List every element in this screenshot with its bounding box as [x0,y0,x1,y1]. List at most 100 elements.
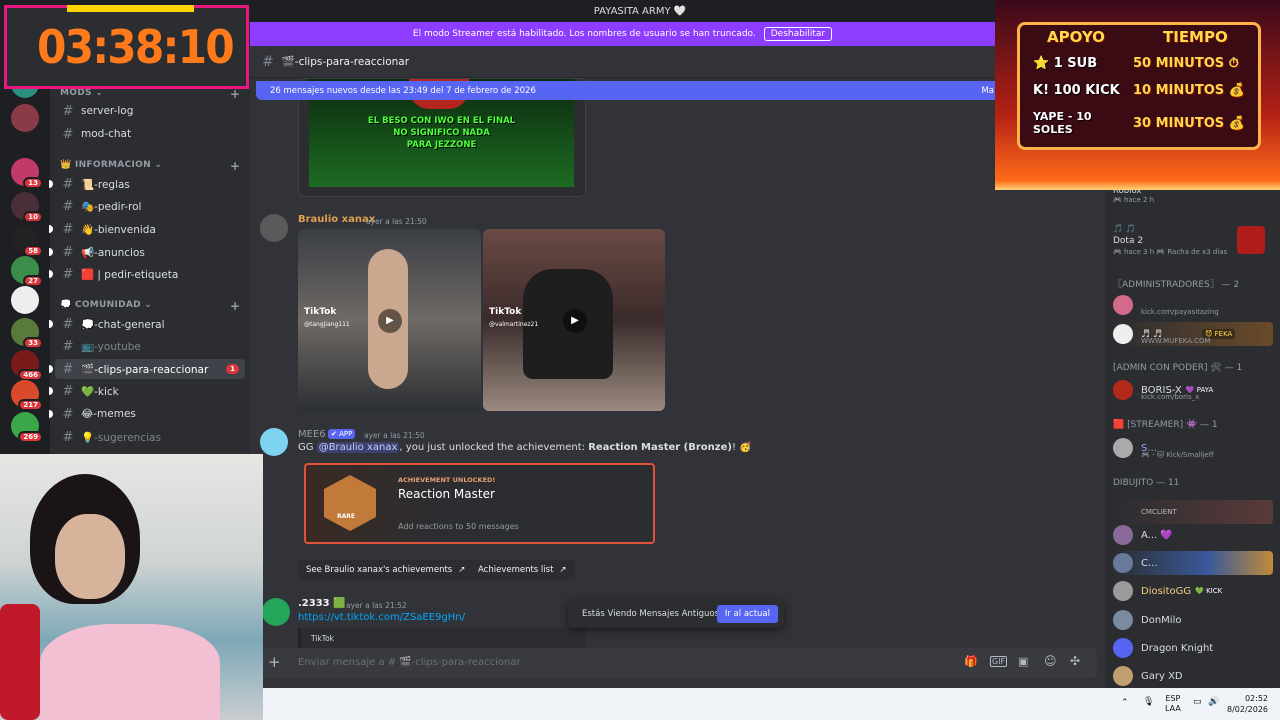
message-input[interactable]: Enviar mensaje a # 🎬-clips-para-reaccion… [298,657,521,668]
achievement-unlocked-label: ACHIEVEMENT UNLOCKED! [398,476,496,484]
channel-reglas[interactable]: # 📜-reglas [49,174,245,194]
channel-bienvenida[interactable]: # 👋-bienvenida [49,219,245,239]
channel-memes[interactable]: # 😂-memes [49,404,245,424]
server-icon[interactable]: 58 [11,226,43,257]
jump-to-present-button[interactable]: Ir al actual [716,605,778,623]
attach-plus-icon[interactable]: + [268,653,281,671]
hash-icon: # [62,221,74,237]
member-dragon-knight[interactable]: Dragon Knight [1113,636,1273,660]
member-donmilo[interactable]: DonMilo [1113,608,1273,632]
clock[interactable]: 02:52 8/02/2026 [1227,693,1268,715]
webcam-microphone [0,604,40,720]
channel-pedir-etiqueta[interactable]: # 🟥 | pedir-etiqueta [49,264,245,284]
member-cmclient[interactable]: CMCLIENT [1113,500,1273,524]
channel-clips-para-reaccionar[interactable]: # 🎬-clips-para-reaccionar 1 [49,359,245,379]
sticker-icon[interactable]: ▣ [1018,655,1028,668]
overlay-time: 10 MINUTOS 💰 [1133,82,1245,98]
server-icon[interactable]: 33 [11,318,43,349]
disable-streamer-button[interactable]: Deshabilitar [763,27,833,41]
unread-indicator [49,365,53,373]
server-icon[interactable]: 13 [11,158,43,189]
activity-time: 🎮 hace 3 h 🎮 Racha de x3 días [1113,248,1228,256]
add-channel-icon[interactable]: + [230,159,240,173]
timer-accent-bar [67,5,194,12]
gif-icon[interactable]: GIF [990,656,1008,667]
mention-count: 1 [226,364,239,374]
category-informacion[interactable]: 👑 INFORMACION ⌄ + [60,159,240,173]
server-icon[interactable]: 27 [11,256,43,287]
new-messages-bar[interactable]: 26 mensajes nuevos desde las 23:49 del 7… [256,81,1000,100]
clock-date: 8/02/2026 [1227,705,1269,714]
stream-timer: 03:38:10 [37,20,235,74]
message-author[interactable]: .2333 🟩 [298,598,346,609]
avatar [1113,581,1133,601]
member-name: Dragon Knight [1141,642,1214,654]
tiktok-video-2[interactable]: TikTok @valmartinez21 ▶ [483,229,665,411]
channel-label: 🟥 | pedir-etiqueta [81,268,179,281]
add-channel-icon[interactable]: + [230,87,240,101]
channel-youtube[interactable]: # 📺-youtube [55,336,245,356]
avatar[interactable] [260,214,288,242]
member-gary-xd[interactable]: Gary XD [1113,664,1273,688]
mark-read-label[interactable]: Ma [981,86,994,96]
unread-indicator [49,225,53,233]
overlay-row: ⭐ 1 SUB 50 MINUTOS ⏱ [1023,50,1253,76]
user-mention[interactable]: @Braulio xanax [316,442,400,453]
server-icon[interactable]: 466 [11,350,43,381]
server-icon[interactable]: 10 [11,192,43,223]
member-name: A... 💜 [1141,529,1173,541]
message-author[interactable]: MEE6 [298,429,326,440]
channel-server-log[interactable]: # server-log [55,101,245,121]
tiktok-video-1[interactable]: TikTok @tangjiang111 ▶ [298,229,481,411]
channel-anuncios[interactable]: # 📢-anuncios [49,242,245,262]
hash-icon: # [62,244,74,260]
achievement-description: Add reactions to 50 messages [398,522,519,531]
category-comunidad[interactable]: 💭 COMUNIDAD ⌄ + [60,299,240,313]
server-icon[interactable]: 269 [11,412,43,443]
microphone-icon[interactable]: 🎙 [1143,697,1154,707]
emoji-icon[interactable]: ☺ [1044,654,1057,668]
role-header: 🟥 [STREAMER] 👾 — 1 [1113,420,1218,430]
member-boris[interactable]: BORIS-X 💜 PAYA kick.com/boris_x [1113,378,1273,402]
see-achievements-button[interactable]: See Braulio xanax's achievements ↗ [298,560,474,580]
hash-icon: # [62,316,74,332]
hash-icon: # [62,126,74,142]
server-icon[interactable] [11,286,39,314]
member-streamer[interactable]: S... 🎮 - 🐱 Kick/Smalljeff [1113,436,1273,460]
channel-sugerencias[interactable]: # 💡-sugerencias [55,427,245,447]
overlay-time: 30 MINUTOS 💰 [1133,115,1245,131]
channel-kick[interactable]: # 💚-kick [49,381,245,401]
member-diositogg[interactable]: DiositoGG 💚 KICK [1113,579,1273,603]
language-indicator[interactable]: ESP LAA [1165,694,1181,714]
link-embed[interactable]: TikTok [298,628,586,648]
volume-icon[interactable]: 🔊 [1208,697,1219,707]
avatar[interactable] [262,598,290,626]
channel-chat-general[interactable]: # 💭-chat-general [49,314,245,334]
achievements-list-button[interactable]: Achievements list ↗ [470,560,575,580]
avatar[interactable] [260,428,288,456]
tray-chevron-icon[interactable]: ⌃ [1121,698,1129,708]
message-author[interactable]: Braulio xanax [298,214,375,225]
apps-icon[interactable]: ✣ [1070,654,1080,668]
network-icon[interactable]: ▭ [1193,697,1202,707]
channel-mod-chat[interactable]: # mod-chat [55,124,245,144]
member-status: kick.com/payasitazing [1141,308,1219,316]
member-c[interactable]: C... [1113,551,1273,575]
play-icon[interactable]: ▶ [563,309,587,333]
member-admin-1[interactable]: kick.com/payasitazing [1113,293,1273,317]
channel-label: 💭-chat-general [81,318,165,331]
category-label: MODS [60,88,92,98]
play-icon[interactable]: ▶ [378,309,402,333]
member-admin-2[interactable]: ♬ ♬ 😈 FEKA WWW.MUFEKA.COM [1113,322,1273,346]
window-title: PAYASITA ARMY 🤍 [593,5,687,17]
channel-label: 👋-bienvenida [81,223,156,236]
member-a[interactable]: A... 💜 [1113,523,1273,547]
server-icon[interactable] [11,104,39,132]
add-channel-icon[interactable]: + [230,299,240,313]
message-link[interactable]: https://vt.tiktok.com/ZSaEE9gHn/ [298,612,465,623]
category-mods[interactable]: MODS ⌄ + [60,87,240,101]
server-icon[interactable]: 217 [11,380,43,411]
gift-icon[interactable]: 🎁 [964,655,978,668]
channel-pedir-rol[interactable]: # 🎭-pedir-rol [55,196,245,216]
stream-timer-overlay: 03:38:10 [4,5,249,89]
